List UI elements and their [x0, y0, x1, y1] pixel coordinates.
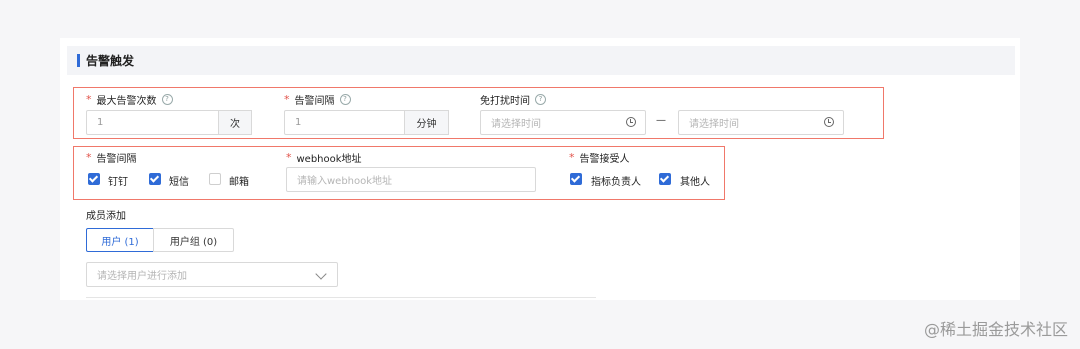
quiet-time-end-input[interactable]: 请选择时间	[678, 110, 844, 135]
required-mark: *	[86, 93, 92, 106]
receivers-label: * 告警接受人	[569, 151, 630, 165]
max-alerts-input[interactable]: 1	[86, 110, 220, 135]
checkbox-others[interactable]	[659, 173, 671, 185]
members-label: 成员添加	[86, 211, 126, 222]
webhook-input[interactable]: 请输入webhook地址	[286, 167, 536, 192]
help-icon[interactable]: ?	[535, 94, 546, 105]
checkbox-sms[interactable]	[149, 173, 161, 185]
interval-unit: 分钟	[404, 110, 449, 135]
checkbox-label-email: 邮箱	[229, 177, 249, 188]
section-title: 告警触发	[86, 54, 135, 68]
checkbox-metric-owner[interactable]	[570, 173, 582, 185]
quiet-time-label: 免打扰时间 ?	[480, 92, 546, 107]
checkbox-label-sms: 短信	[169, 177, 189, 188]
checkbox-dingtalk[interactable]	[88, 173, 100, 185]
section-header: 告警触发	[67, 46, 1015, 75]
tab-user-groups[interactable]: 用户组 (0)	[153, 228, 234, 252]
required-mark: *	[86, 151, 92, 164]
max-alerts-label: * 最大告警次数 ?	[86, 92, 173, 107]
channels-label: * 告警间隔	[86, 151, 137, 165]
tab-users[interactable]: 用户 (1)	[86, 228, 154, 252]
divider	[86, 297, 596, 298]
member-select[interactable]: 请选择用户进行添加	[86, 262, 338, 287]
checkbox-label-metric-owner: 指标负责人	[591, 177, 641, 188]
section-accent-bar	[77, 54, 80, 67]
help-icon[interactable]: ?	[161, 94, 173, 105]
help-icon[interactable]: ?	[339, 94, 351, 105]
checkbox-email[interactable]	[209, 173, 221, 185]
clock-icon	[626, 117, 636, 127]
required-mark: *	[286, 151, 292, 164]
range-separator: —	[656, 115, 666, 126]
quiet-time-start-input[interactable]: 请选择时间	[480, 110, 646, 135]
clock-icon	[824, 117, 834, 127]
required-mark: *	[284, 93, 290, 106]
max-alerts-unit: 次	[218, 110, 252, 135]
chevron-down-icon	[315, 268, 327, 280]
interval-label: * 告警间隔 ?	[284, 92, 351, 107]
checkbox-label-dingtalk: 钉钉	[108, 177, 128, 188]
checkbox-label-others: 其他人	[680, 177, 710, 188]
webhook-label: * webhook地址	[286, 151, 362, 165]
watermark: @稀土掘金技术社区	[923, 320, 1068, 339]
required-mark: *	[569, 151, 575, 164]
interval-input[interactable]: 1	[284, 110, 406, 135]
